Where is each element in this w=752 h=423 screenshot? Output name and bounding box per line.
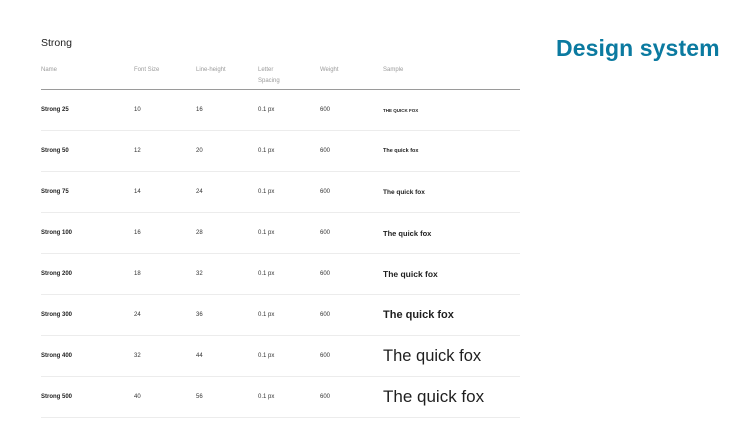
column-header-letter-spacing-line2: Spacing bbox=[258, 78, 280, 84]
row-sample: The quick fox bbox=[383, 387, 485, 406]
table-row: Strong 300 24 36 0.1 px 600 The quick fox bbox=[41, 295, 520, 336]
row-sample: The quick fox bbox=[383, 148, 419, 154]
brand-title: Design system bbox=[556, 35, 720, 61]
section-title: Strong bbox=[41, 37, 72, 49]
table-row: Strong 50 12 20 0.1 px 600 The quick fox bbox=[41, 131, 520, 172]
row-letter-spacing: 0.1 px bbox=[258, 271, 275, 277]
table-row: Strong 100 16 28 0.1 px 600 The quick fox bbox=[41, 213, 520, 254]
row-sample: THE QUICK FOX bbox=[383, 107, 419, 113]
row-font-size: 40 bbox=[134, 394, 141, 400]
row-weight: 600 bbox=[320, 107, 331, 113]
row-letter-spacing: 0.1 px bbox=[258, 148, 275, 154]
row-name: Strong 50 bbox=[41, 148, 69, 154]
row-letter-spacing: 0.1 px bbox=[258, 394, 275, 400]
row-line-height: 44 bbox=[196, 353, 203, 359]
row-weight: 600 bbox=[320, 353, 331, 359]
row-name: Strong 200 bbox=[41, 271, 73, 277]
column-header-font-size: Font Size bbox=[134, 67, 160, 73]
table-row: Strong 75 14 24 0.1 px 600 The quick fox bbox=[41, 172, 520, 213]
row-weight: 600 bbox=[320, 312, 331, 318]
table-row: Strong 200 18 32 0.1 px 600 The quick fox bbox=[41, 254, 520, 295]
row-sample: The quick fox bbox=[383, 228, 432, 238]
row-font-size: 10 bbox=[134, 107, 141, 113]
row-letter-spacing: 0.1 px bbox=[258, 312, 275, 318]
row-letter-spacing: 0.1 px bbox=[258, 189, 275, 195]
row-weight: 600 bbox=[320, 230, 331, 236]
row-name: Strong 300 bbox=[41, 312, 73, 318]
table-row: Strong 25 10 16 0.1 px 600 THE QUICK FOX bbox=[41, 90, 520, 131]
column-header-letter-spacing: Letter Spacing bbox=[258, 66, 280, 86]
table-header: Name Font Size Line-height Letter Spacin… bbox=[41, 63, 520, 90]
row-line-height: 16 bbox=[196, 107, 203, 113]
row-weight: 600 bbox=[320, 189, 331, 195]
row-line-height: 36 bbox=[196, 312, 203, 318]
column-header-name: Name bbox=[41, 67, 58, 73]
row-name: Strong 500 bbox=[41, 394, 73, 400]
row-sample: The quick fox bbox=[383, 188, 425, 196]
row-sample: The quick fox bbox=[383, 269, 438, 279]
row-weight: 600 bbox=[320, 148, 331, 154]
column-header-sample: Sample bbox=[383, 67, 404, 73]
row-letter-spacing: 0.1 px bbox=[258, 107, 275, 113]
row-sample: The quick fox bbox=[383, 309, 454, 321]
row-font-size: 14 bbox=[134, 189, 141, 195]
row-line-height: 28 bbox=[196, 230, 203, 236]
row-font-size: 18 bbox=[134, 271, 141, 277]
column-header-letter-spacing-line1: Letter bbox=[258, 67, 274, 73]
row-line-height: 20 bbox=[196, 148, 203, 154]
column-header-weight: Weight bbox=[320, 67, 339, 73]
table-row: Strong 500 40 56 0.1 px 600 The quick fox bbox=[41, 377, 520, 418]
row-line-height: 24 bbox=[196, 189, 203, 195]
row-weight: 600 bbox=[320, 394, 331, 400]
row-sample: The quick fox bbox=[383, 346, 482, 365]
row-name: Strong 75 bbox=[41, 189, 69, 195]
row-letter-spacing: 0.1 px bbox=[258, 230, 275, 236]
column-header-line-height: Line-height bbox=[196, 67, 226, 73]
table-body: Strong 25 10 16 0.1 px 600 THE QUICK FOX Stron… bbox=[41, 90, 520, 418]
table-row: Strong 400 32 44 0.1 px 600 The quick fox bbox=[41, 336, 520, 377]
row-letter-spacing: 0.1 px bbox=[258, 353, 275, 359]
row-font-size: 24 bbox=[134, 312, 141, 318]
row-font-size: 32 bbox=[134, 353, 141, 359]
row-name: Strong 400 bbox=[41, 353, 73, 359]
row-font-size: 12 bbox=[134, 148, 141, 154]
row-name: Strong 100 bbox=[41, 230, 73, 236]
row-name: Strong 25 bbox=[41, 107, 69, 113]
row-weight: 600 bbox=[320, 271, 331, 277]
row-line-height: 56 bbox=[196, 394, 203, 400]
row-line-height: 32 bbox=[196, 271, 203, 277]
type-scale-table: Name Font Size Line-height Letter Spacin… bbox=[41, 63, 520, 418]
row-font-size: 16 bbox=[134, 230, 141, 236]
